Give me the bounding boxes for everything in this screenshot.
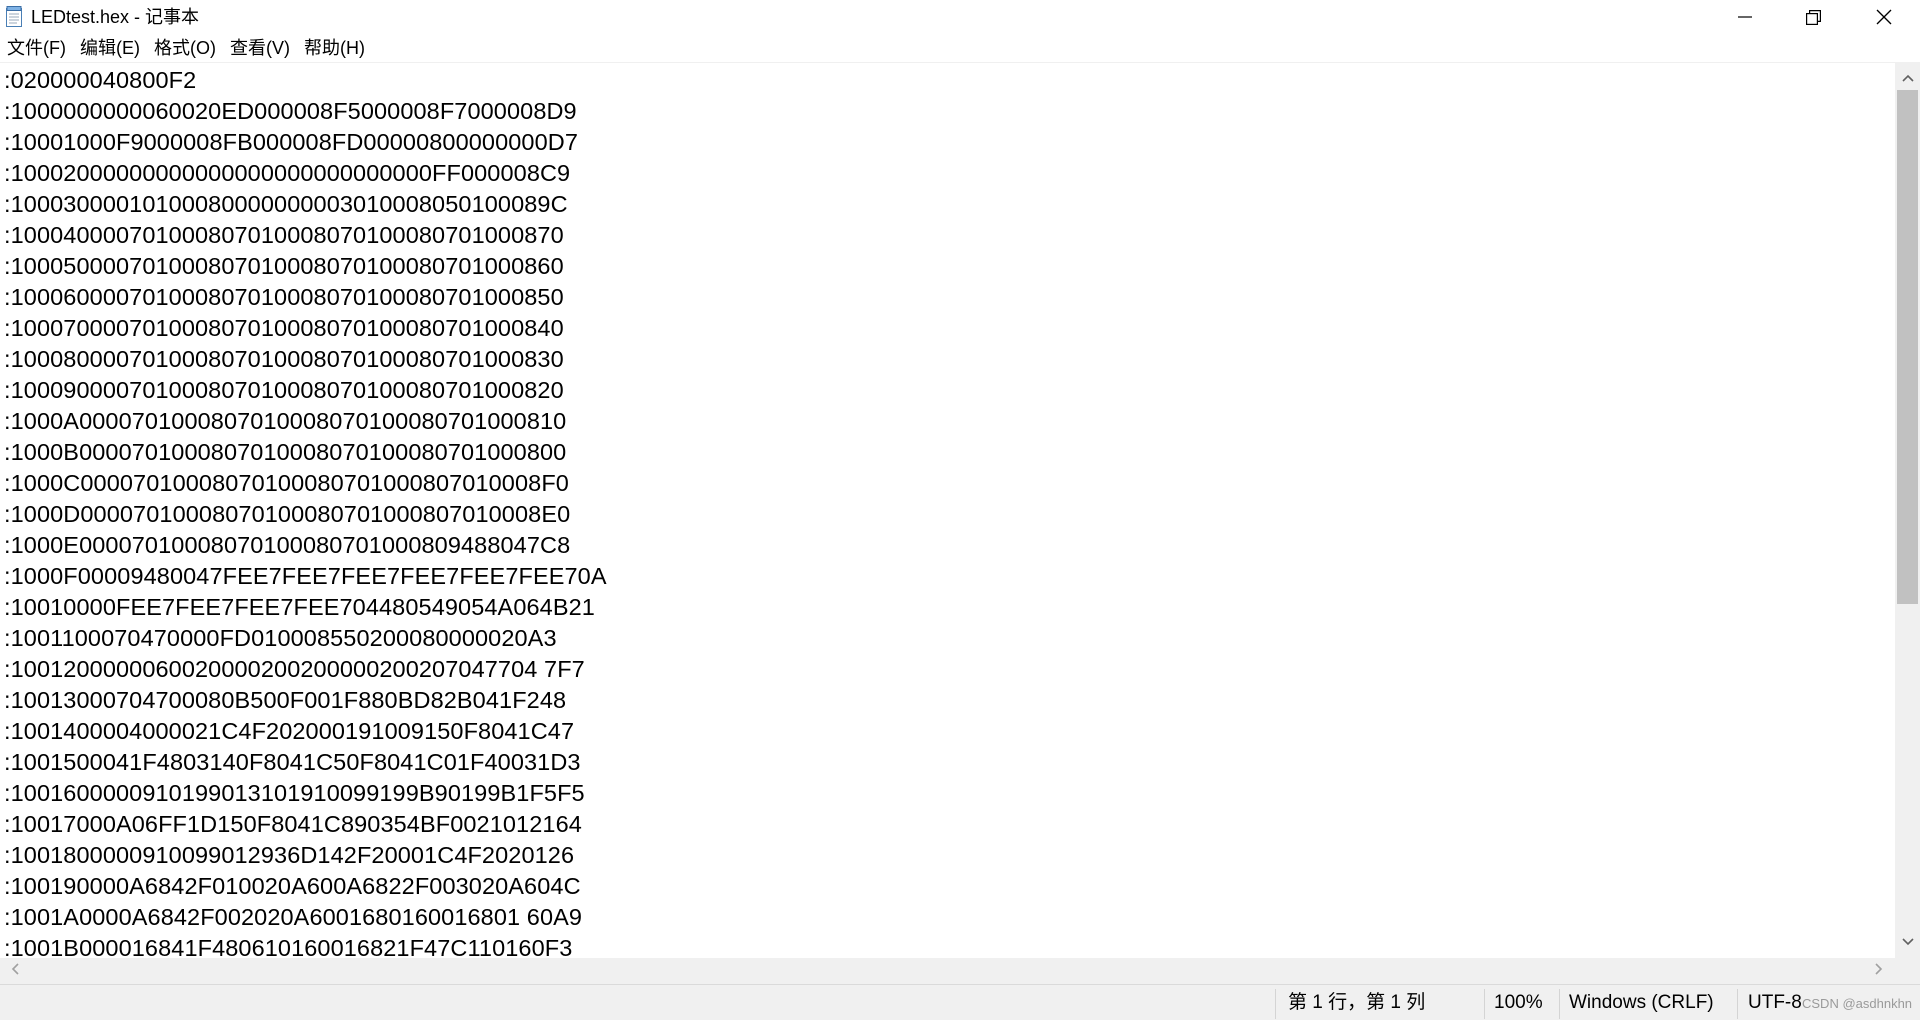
menu-format[interactable]: 格式(O) xyxy=(147,35,223,61)
status-divider xyxy=(1737,989,1738,1019)
text-line: :1001100070470000FD010008550200080000020… xyxy=(4,625,557,651)
minimize-icon xyxy=(1738,10,1752,24)
text-line: :10002000000000000000000000000000FF00000… xyxy=(4,160,571,186)
text-line: :1000000000060020ED000008F5000008F700000… xyxy=(4,98,577,124)
minimize-button[interactable] xyxy=(1710,0,1780,34)
chevron-right-icon xyxy=(1875,962,1883,980)
text-line: :020000040800F2 xyxy=(4,67,197,93)
horizontal-scrollbar[interactable] xyxy=(0,958,1895,984)
text-line: :10010000FEE7FEE7FEE7FEE704480549054A064… xyxy=(4,594,595,620)
text-line: :100030000101000800000000030100080501000… xyxy=(4,191,568,217)
watermark: CSDN @asdhnkhn xyxy=(1802,996,1913,1011)
text-line: :10001000F9000008FB000008FD0000080000000… xyxy=(4,129,579,155)
chevron-down-icon xyxy=(1901,933,1914,951)
text-line: :1000E0000701000807010008070100080948804… xyxy=(4,532,571,558)
text-line: :1000D0000701000807010008070100080701000… xyxy=(4,501,571,527)
menu-bar: 文件(F) 编辑(E) 格式(O) 查看(V) 帮助(H) xyxy=(0,34,1920,62)
text-line: :100050000701000807010008070100080701000… xyxy=(4,253,564,279)
text-line: :10013000704700080B500F001F880BD82B041F2… xyxy=(4,687,567,713)
scrollbar-corner xyxy=(1895,958,1920,984)
text-line: :1001A0000A6842F002020A6001680160016801 … xyxy=(4,904,583,930)
status-bar: 第 1 行，第 1 列 100% Windows (CRLF) UTF-8 CS… xyxy=(0,984,1920,1020)
chevron-up-icon xyxy=(1901,69,1914,87)
notepad-window: LEDtest.hex - 记事本 文件(F) 编辑(E) 格式(O) 查看(V… xyxy=(0,0,1920,1020)
menu-file[interactable]: 文件(F) xyxy=(0,35,73,61)
text-line: :1000F00009480047FEE7FEE7FEE7FEE7FEE7FEE… xyxy=(4,563,607,589)
menu-view[interactable]: 查看(V) xyxy=(223,35,297,61)
text-line: :1001B000016841F480610160016821F47C11016… xyxy=(4,935,573,959)
scroll-up-button[interactable] xyxy=(1895,66,1920,90)
text-line: :1000A0000701000807010008070100080701000… xyxy=(4,408,567,434)
notepad-icon xyxy=(6,6,23,27)
text-line: :1000C0000701000807010008070100080701000… xyxy=(4,470,569,496)
status-divider xyxy=(1484,989,1485,1019)
text-line: :1001400004000021C4F202000191009150F8041… xyxy=(4,718,575,744)
text-line: :1001500041F4803140F8041C50F8041C01F4003… xyxy=(4,749,581,775)
text-editor[interactable]: :020000040800F2 :1000000000060020ED00000… xyxy=(0,62,1895,959)
status-divider xyxy=(1275,989,1276,1019)
status-divider xyxy=(1559,989,1560,1019)
scroll-left-button[interactable] xyxy=(2,958,28,984)
window-title: LEDtest.hex - 记事本 xyxy=(31,7,200,27)
close-button[interactable] xyxy=(1849,0,1919,34)
text-line: :1000B0000701000807010008070100080701000… xyxy=(4,439,567,465)
vertical-scroll-thumb[interactable] xyxy=(1897,90,1918,604)
text-line: :10017000A06FF1D150F8041C890354BF0021012… xyxy=(4,811,582,837)
text-line: :100190000A6842F010020A600A6822F003020A6… xyxy=(4,873,581,899)
text-line: :100070000701000807010008070100080701000… xyxy=(4,315,564,341)
restore-icon xyxy=(1805,9,1821,25)
line-ending: Windows (CRLF) xyxy=(1569,992,1714,1013)
close-icon xyxy=(1876,9,1892,25)
title-bar: LEDtest.hex - 记事本 xyxy=(0,0,1920,34)
text-line: :100060000701000807010008070100080701000… xyxy=(4,284,564,310)
scroll-right-button[interactable] xyxy=(1866,958,1892,984)
text-line: :100120000006002000020020000020020704770… xyxy=(4,656,585,682)
zoom-level: 100% xyxy=(1494,992,1543,1013)
menu-edit[interactable]: 编辑(E) xyxy=(73,35,147,61)
text-lines: :020000040800F2 :1000000000060020ED00000… xyxy=(4,65,607,959)
text-line: :100090000701000807010008070100080701000… xyxy=(4,377,564,403)
scroll-down-button[interactable] xyxy=(1895,930,1920,954)
chevron-left-icon xyxy=(11,962,19,980)
restore-button[interactable] xyxy=(1778,0,1848,34)
menu-help[interactable]: 帮助(H) xyxy=(297,35,372,61)
cursor-position: 第 1 行，第 1 列 xyxy=(1288,992,1426,1013)
text-line: :1001600000910199013101910099199B90199B1… xyxy=(4,780,585,806)
text-line: :100040000701000807010008070100080701000… xyxy=(4,222,564,248)
vertical-scrollbar[interactable] xyxy=(1895,62,1920,958)
text-line: :100080000701000807010008070100080701000… xyxy=(4,346,564,372)
text-line: :1001800000910099012936D142F20001C4F2020… xyxy=(4,842,575,868)
encoding: UTF-8 xyxy=(1748,992,1802,1013)
